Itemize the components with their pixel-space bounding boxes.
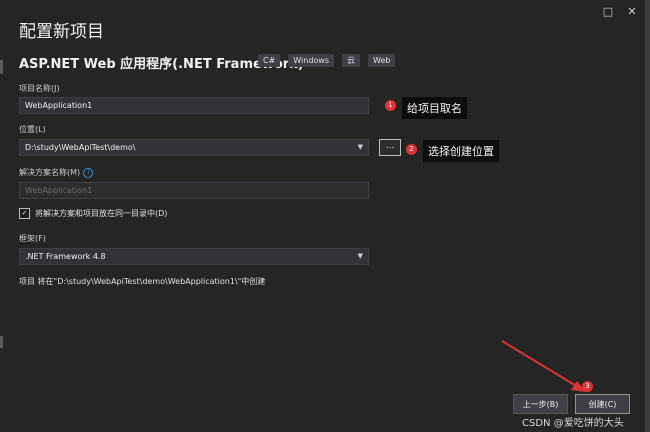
- background-edge-mark: [0, 336, 3, 348]
- background-edge-mark: [0, 60, 3, 74]
- annotation-arrowhead: [571, 381, 586, 392]
- watermark: CSDN @爱吃饼的大头: [522, 418, 624, 429]
- annotation-arrow: [501, 340, 586, 392]
- annotation-arrow-line: [501, 340, 579, 388]
- configure-project-dialog: 配置新项目 □ ✕ ASP.NET Web 应用程序(.NET Framewor…: [0, 0, 645, 432]
- window-edge: [645, 0, 650, 432]
